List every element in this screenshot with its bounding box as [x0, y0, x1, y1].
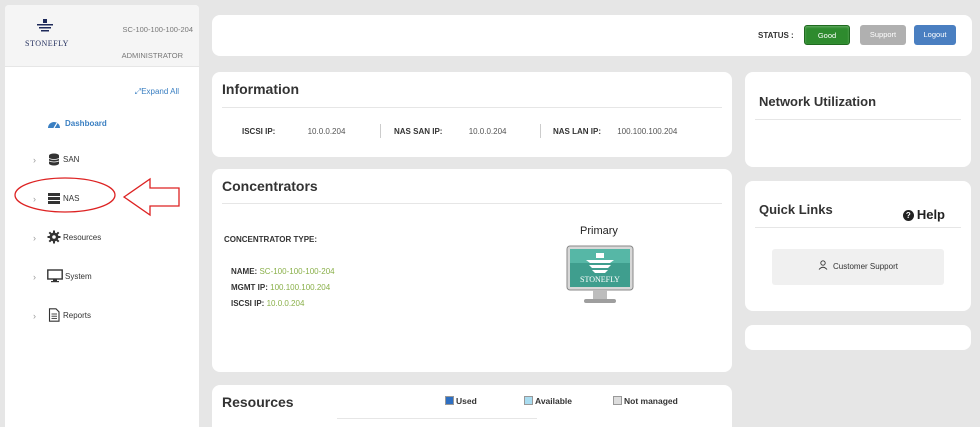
concentrators-card: Concentrators CONCENTRATOR TYPE: Primary… [212, 169, 732, 372]
customer-support-label: Customer Support [833, 262, 898, 271]
quick-links-title: Quick Links [759, 202, 833, 217]
monitor-logo-text: STONEFLY [580, 275, 620, 284]
question-circle-icon: ? [902, 210, 914, 221]
divider [222, 107, 722, 108]
monitor-icon [47, 269, 63, 283]
concentrator-monitor-icon[interactable]: STONEFLY [566, 245, 634, 307]
legend-available-label: Available [535, 396, 573, 406]
nav-reports[interactable]: › Reports [5, 307, 199, 327]
expand-all-link[interactable]: ⤢Expand All [135, 87, 179, 97]
nav-dashboard[interactable]: Dashboard [47, 119, 107, 129]
legend-swatch [445, 396, 454, 405]
name-value: SC-100-100-100-204 [259, 267, 335, 276]
chevron-right-icon: › [33, 311, 36, 321]
sidebar-header: STONEFLY SC-100-100-100-204 ADMINISTRATO… [5, 5, 199, 67]
nas-lan-ip-label: NAS LAN IP: [553, 127, 601, 136]
database-icon [48, 153, 60, 166]
help-link[interactable]: ? Help [902, 207, 945, 222]
resources-card: Resources Used Available Not managed [212, 385, 732, 427]
nas-lan-ip-value: 100.100.100.204 [617, 127, 678, 136]
iscsi-ip-value: 10.0.0.204 [266, 299, 305, 308]
logout-button[interactable]: Logout [914, 25, 956, 45]
chevron-right-icon: › [33, 194, 36, 204]
nav-reports-label: Reports [63, 311, 92, 320]
document-icon [48, 308, 60, 322]
network-utilization-card: Network Utilization [745, 72, 971, 167]
resources-title: Resources [222, 394, 294, 410]
status-good-button[interactable]: Good [804, 25, 850, 45]
separator [540, 124, 541, 138]
information-title: Information [222, 81, 299, 97]
quick-links-card: Quick Links ? Help Customer Support [745, 181, 971, 311]
name-label: NAME: [231, 267, 258, 276]
iscsi-ip-value: 10.0.0.204 [307, 127, 346, 136]
dashboard-icon [48, 122, 60, 129]
legend-used-label: Used [456, 396, 477, 406]
legend-used: Used [445, 396, 477, 406]
person-icon [818, 260, 828, 270]
nav-resources-label: Resources [63, 233, 102, 242]
nav-dashboard-label: Dashboard [65, 119, 107, 129]
divider [337, 418, 537, 419]
mgmt-ip-value: 100.100.100.204 [270, 283, 331, 292]
support-button[interactable]: Support [860, 25, 906, 45]
sidebar: STONEFLY SC-100-100-100-204 ADMINISTRATO… [5, 5, 199, 427]
stonefly-logo[interactable]: STONEFLY [25, 19, 69, 48]
concentrator-mgmt-row: MGMT IP: 100.100.100.204 [231, 283, 330, 292]
concentrator-name-row: NAME: SC-100-100-100-204 [231, 267, 335, 276]
nav-san[interactable]: › SAN [5, 151, 199, 171]
divider [755, 119, 961, 120]
hostname: SC-100-100-100-204 [122, 25, 193, 34]
divider [222, 203, 722, 204]
expand-all-label: Expand All [141, 87, 179, 96]
logo-text: STONEFLY [25, 39, 69, 48]
customer-support-button[interactable]: Customer Support [772, 249, 944, 285]
status-label: STATUS : [758, 31, 794, 40]
server-icon [48, 193, 60, 204]
nas-san-ip-value: 10.0.0.204 [468, 127, 507, 136]
concentrator-type-label: CONCENTRATOR TYPE: [224, 235, 318, 244]
chevron-right-icon: › [33, 155, 36, 165]
nav-san-label: SAN [63, 155, 80, 164]
nav-resources[interactable]: › Resources [5, 229, 199, 249]
information-card: Information ISCSI IP: 10.0.0.204 NAS SAN… [212, 72, 732, 157]
nav-nas-label: NAS [63, 194, 80, 203]
nav-system-label: System [65, 272, 92, 281]
legend-not-managed-label: Not managed [624, 396, 678, 406]
concentrator-iscsi-row: ISCSI IP: 10.0.0.204 [231, 299, 304, 308]
legend-swatch [613, 396, 622, 405]
network-utilization-title: Network Utilization [759, 94, 877, 109]
legend-not-managed: Not managed [613, 396, 678, 406]
chevron-right-icon: › [33, 233, 36, 243]
legend-swatch [524, 396, 533, 405]
nav-nas[interactable]: › NAS [5, 190, 199, 210]
logo-icon [37, 19, 53, 32]
nas-san-ip-row: NAS SAN IP: 10.0.0.204 [394, 127, 507, 136]
help-label: Help [916, 207, 945, 222]
nas-lan-ip-row: NAS LAN IP: 100.100.100.204 [553, 127, 677, 136]
chevron-right-icon: › [33, 272, 36, 282]
empty-card [745, 325, 971, 350]
nas-san-ip-label: NAS SAN IP: [394, 127, 443, 136]
user-role: ADMINISTRATOR [121, 51, 183, 60]
iscsi-ip-label: ISCSI IP: [231, 299, 265, 308]
nav-system[interactable]: › System [5, 268, 199, 288]
primary-label: Primary [580, 225, 618, 237]
separator [380, 124, 381, 138]
divider [755, 227, 961, 228]
gear-icon [47, 230, 61, 244]
concentrators-title: Concentrators [222, 178, 318, 194]
iscsi-ip-row: ISCSI IP: 10.0.0.204 [242, 127, 345, 136]
mgmt-ip-label: MGMT IP: [231, 283, 268, 292]
legend-available: Available [524, 396, 572, 406]
iscsi-ip-label: ISCSI IP: [242, 127, 276, 136]
top-bar: STATUS : Good Support Logout [212, 15, 972, 56]
